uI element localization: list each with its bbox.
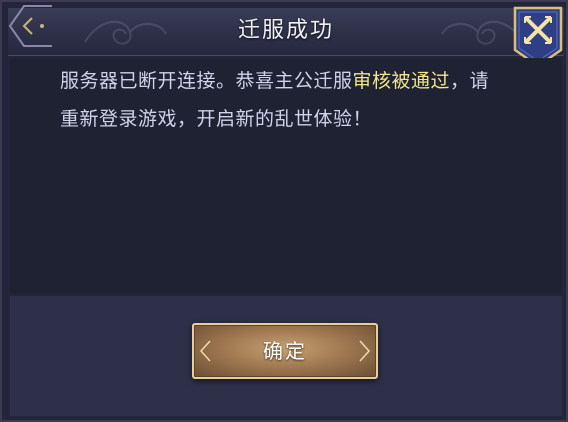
dialog-message: 服务器已断开连接。恭喜主公迁服审核被通过，请重新登录游戏，开启新的乱世体验！: [60, 62, 500, 138]
button-ornament-right: [359, 340, 371, 362]
message-highlight: 审核被通过: [352, 70, 451, 92]
confirm-button[interactable]: 确定: [192, 323, 378, 379]
back-button[interactable]: [4, 2, 52, 48]
dialog-title: 迁服成功: [237, 18, 334, 43]
message-text-part1: 服务器已断开连接。恭喜主公迁服: [60, 70, 353, 92]
dialog-header: 迁服成功: [8, 8, 564, 56]
back-arrow-icon: [8, 5, 52, 47]
confirm-button-label: 确定: [263, 339, 307, 363]
